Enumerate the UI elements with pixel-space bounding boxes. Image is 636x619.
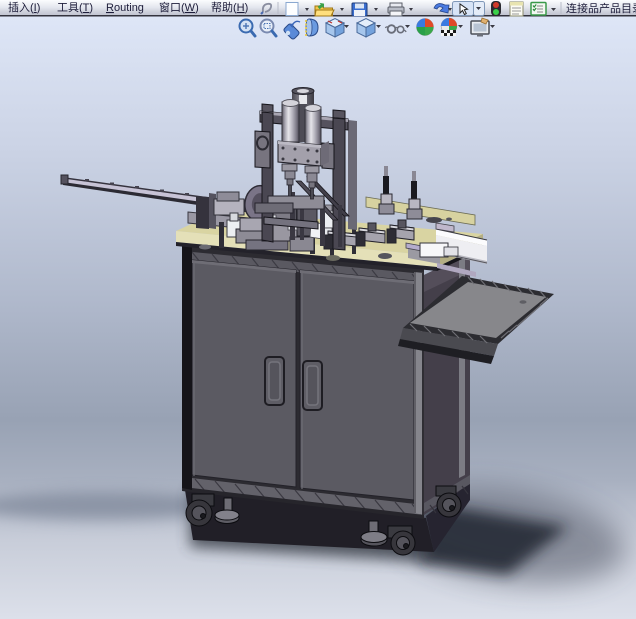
svg-text:窗口(W): 窗口(W) (159, 0, 199, 14)
svg-text:连接品产品目录: 连接品产品目录 (566, 1, 636, 15)
svg-text:工具(T): 工具(T) (57, 1, 93, 14)
svg-text:Routing: Routing (106, 2, 144, 14)
svg-text:帮助(H): 帮助(H) (211, 0, 248, 14)
svg-text:插入(I): 插入(I) (8, 0, 40, 14)
